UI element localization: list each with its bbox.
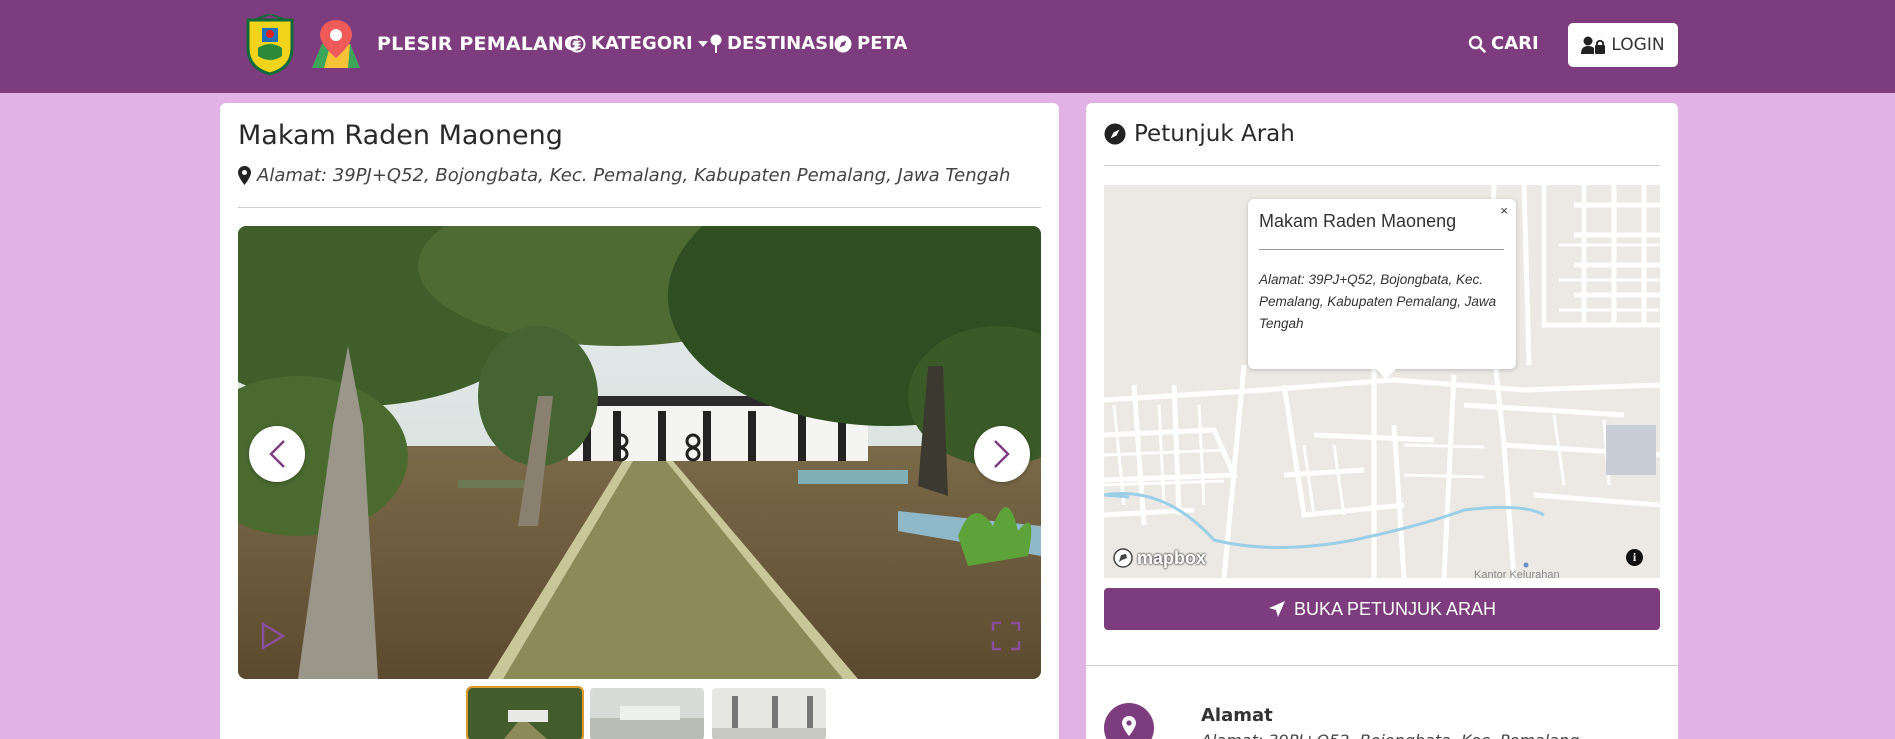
location-arrow-icon xyxy=(1268,601,1285,617)
map-popup: Makam Raden Maoneng × Alamat: 39PJ+Q52, … xyxy=(1248,199,1516,379)
chevron-left-icon xyxy=(269,440,285,468)
divider xyxy=(1086,665,1678,666)
divider xyxy=(1259,249,1504,250)
pin-icon xyxy=(710,34,722,53)
nav-destinasi[interactable]: DESTINASI xyxy=(710,33,835,54)
address-line: Alamat: 39PJ+Q52, Bojongbata, Kec. Pemal… xyxy=(238,165,1010,186)
thumbnail-3[interactable] xyxy=(712,688,826,739)
address-value: Alamat: 39PJ+Q52, Bojongbata, Kec. Pemal… xyxy=(1201,731,1579,739)
carousel-photo xyxy=(238,226,1041,679)
mapbox-logo[interactable]: mapbox xyxy=(1112,547,1206,569)
directions-card: Petunjuk Arah Makam Raden Maoneng × Alam… xyxy=(1086,103,1678,739)
map-info-button[interactable]: i xyxy=(1626,549,1643,566)
directions-heading: Petunjuk Arah xyxy=(1104,121,1295,147)
divider xyxy=(238,207,1041,208)
thumbnail-2[interactable] xyxy=(590,688,704,739)
nav-kategori[interactable]: KATEGORI xyxy=(568,33,708,54)
popup-title: Makam Raden Maoneng xyxy=(1259,211,1457,231)
list-circle-icon xyxy=(568,35,586,52)
address-label: Alamat xyxy=(1201,705,1273,726)
popup-close-button[interactable]: × xyxy=(1500,203,1508,218)
login-label: LOGIN xyxy=(1611,35,1665,55)
address-text: Alamat: 39PJ+Q52, Bojongbata, Kec. Pemal… xyxy=(257,165,1011,186)
thumbnail-1[interactable] xyxy=(466,686,584,739)
mapbox-label: mapbox xyxy=(1137,547,1207,568)
nav-peta-label: PETA xyxy=(857,33,908,54)
page-title: Makam Raden Maoneng xyxy=(238,120,563,151)
carousel-next-button[interactable] xyxy=(974,426,1030,482)
compass-icon xyxy=(834,35,852,52)
fullscreen-button[interactable] xyxy=(991,621,1021,655)
place-card: Makam Raden Maoneng Alamat: 39PJ+Q52, Bo… xyxy=(220,103,1059,739)
slideshow-play-button[interactable] xyxy=(260,621,286,655)
map-place-label: Kantor Kelurahan xyxy=(1474,569,1560,578)
pemalang-crest-logo[interactable] xyxy=(244,14,296,76)
mapbox-icon xyxy=(1113,548,1133,568)
map-marker-icon xyxy=(238,166,251,185)
caret-down-icon xyxy=(697,40,708,47)
chevron-right-icon xyxy=(994,440,1010,468)
search-icon xyxy=(1468,35,1486,53)
nav-destinasi-label: DESTINASI xyxy=(727,33,835,54)
brand-title[interactable]: PLESIR PEMALANG xyxy=(377,33,580,55)
photo-carousel[interactable] xyxy=(238,226,1041,679)
navbar: PLESIR PEMALANG KATEGORI DESTINASI PETA … xyxy=(0,0,1895,93)
popup-address: Alamat: 39PJ+Q52, Bojongbata, Kec. Pemal… xyxy=(1259,272,1497,331)
map-marker-icon xyxy=(1122,716,1136,736)
search-label: CARI xyxy=(1491,33,1539,54)
compass-icon xyxy=(1104,123,1126,145)
divider xyxy=(1104,165,1660,166)
map-view[interactable]: Makam Raden Maoneng × Alamat: 39PJ+Q52, … xyxy=(1104,185,1660,578)
directions-title: Petunjuk Arah xyxy=(1134,121,1295,147)
address-badge xyxy=(1104,703,1154,739)
map-pin-logo[interactable] xyxy=(308,18,364,74)
login-button[interactable]: LOGIN xyxy=(1568,23,1678,67)
search-button[interactable]: CARI xyxy=(1468,33,1539,54)
open-directions-button[interactable]: BUKA PETUNJUK ARAH xyxy=(1104,588,1660,630)
nav-kategori-label: KATEGORI xyxy=(591,33,693,54)
carousel-prev-button[interactable] xyxy=(249,426,305,482)
nav-peta[interactable]: PETA xyxy=(834,33,907,54)
fullscreen-icon xyxy=(991,621,1021,651)
thumbnail-strip xyxy=(466,686,826,739)
open-directions-label: BUKA PETUNJUK ARAH xyxy=(1293,598,1497,619)
user-lock-icon xyxy=(1581,36,1606,54)
play-icon xyxy=(261,621,286,651)
